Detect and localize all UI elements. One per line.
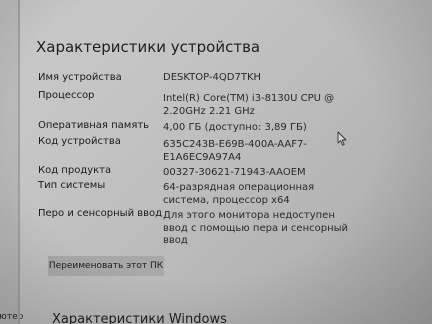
spec-label-product-id: Код продукта <box>38 165 112 176</box>
page-title: Характеристики устройства <box>36 38 261 56</box>
spec-label-system-type: Тип системы <box>38 180 106 191</box>
spec-value-ram: 4,00 ГБ (доступно: 3,89 ГБ) <box>163 122 307 133</box>
sidebar: ьютер <box>0 0 23 324</box>
spec-value-processor: Intel(R) Core(TM) i3-8130U CPU @ 2.20GHz… <box>163 93 335 117</box>
mouse-pointer-icon <box>337 131 347 146</box>
rename-pc-button[interactable]: Переименовать этот ПК <box>48 256 164 276</box>
settings-window: ьютер Характеристики устройства Имя устр… <box>0 0 432 324</box>
spec-value-product-id: 00327-30621-71943-AAOEM <box>163 167 306 178</box>
spec-value-device-id: 635C243B-E69B-400A-AAF7- E1A6EC9A97A4 <box>163 139 307 163</box>
spec-label-processor: Процессор <box>38 90 95 101</box>
spec-value-device-name: DESKTOP-4QD7TKH <box>163 72 262 83</box>
spec-label-ram: Оперативная память <box>38 120 150 131</box>
spec-label-pen-touch: Перо и сенсорный ввод <box>38 208 163 219</box>
sidebar-divider <box>18 0 20 324</box>
spec-label-device-name: Имя устройства <box>38 72 122 83</box>
spec-label-device-id: Код устройства <box>38 136 121 147</box>
spec-value-system-type: 64-разрядная операционная система, проце… <box>163 182 315 206</box>
windows-specs-heading: Характеристики Windows <box>52 312 227 324</box>
spec-value-pen-touch: Для этого монитора недоступен ввод с пом… <box>163 210 349 246</box>
